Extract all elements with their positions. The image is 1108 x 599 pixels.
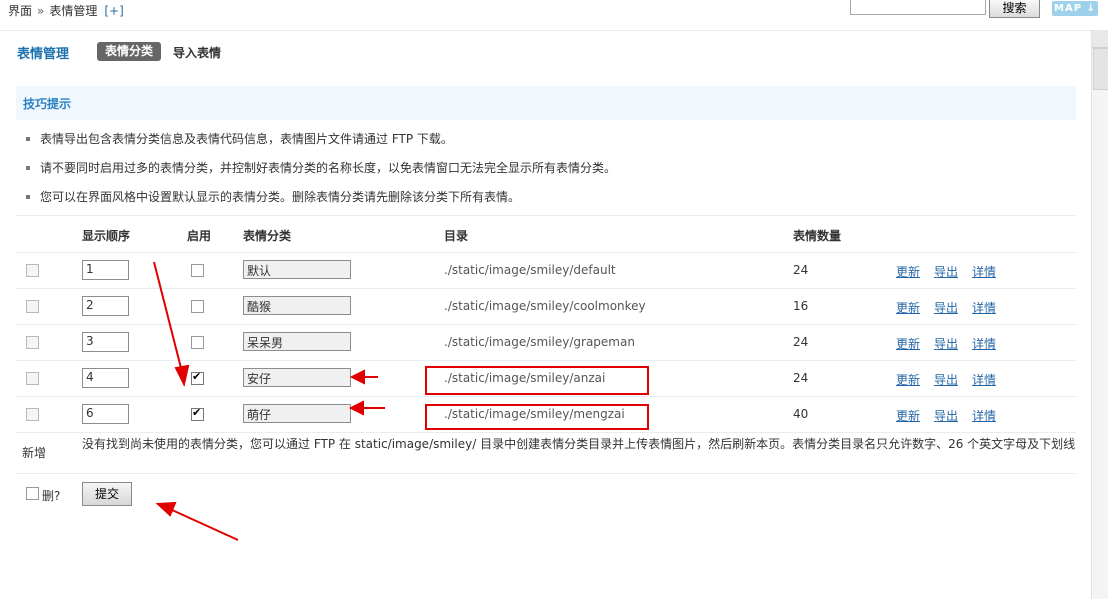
arrow-to-enable-checkbox (153, 261, 190, 387)
arrow-to-submit-button (155, 501, 239, 541)
annotation-arrows (153, 261, 385, 541)
arrow-to-mengzai-name (348, 400, 385, 416)
arrow-to-anzai-name (349, 369, 378, 385)
